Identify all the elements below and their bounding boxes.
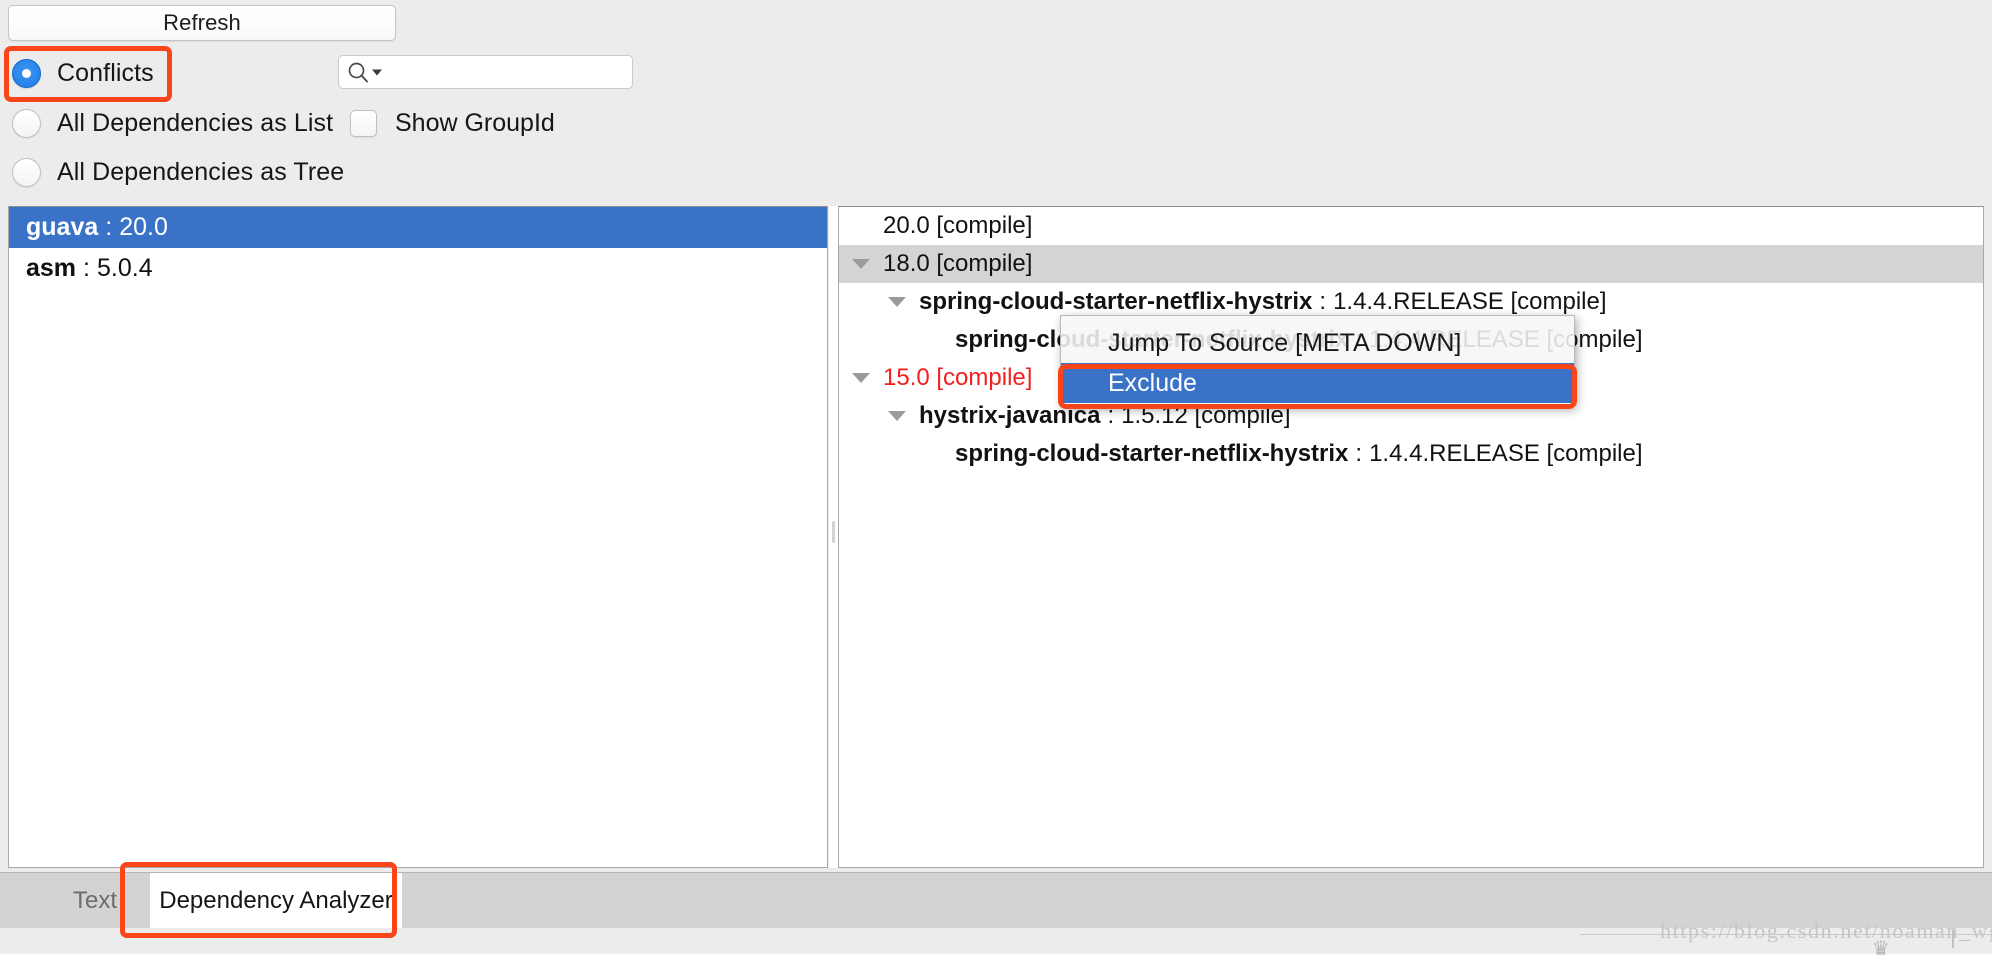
caret-down-icon bbox=[372, 69, 382, 76]
radio-unselected-icon bbox=[12, 108, 41, 138]
tree-row-version: 18.0 [compile] bbox=[883, 250, 1033, 277]
analyzer-content: guava : 20.0 asm : 5.0.4 20.0 [compile] bbox=[0, 206, 1992, 868]
tree-row[interactable]: 18.0 [compile] bbox=[839, 245, 1983, 283]
tree-row-version: 20.0 [compile] bbox=[883, 212, 1033, 239]
watermark-bar bbox=[1952, 930, 1954, 948]
radio-selected-icon bbox=[12, 58, 41, 88]
context-menu-item-exclude[interactable]: Exclude bbox=[1061, 363, 1574, 403]
tree-twisty-slot[interactable] bbox=[875, 411, 919, 421]
tree-row-version: 1.4.4.RELEASE [compile] bbox=[1369, 440, 1643, 467]
tree-row[interactable]: spring-cloud-starter-netflix-hystrix : 1… bbox=[839, 435, 1983, 473]
tree-row-artifact: spring-cloud-starter-netflix-hystrix bbox=[919, 288, 1313, 315]
list-item-artifact: asm bbox=[26, 254, 77, 282]
splitter-grip-icon bbox=[832, 521, 835, 543]
tree-twisty-slot bbox=[911, 449, 955, 459]
list-item-version: 20.0 bbox=[119, 213, 168, 241]
radio-option-conflicts[interactable]: Conflicts bbox=[12, 56, 154, 90]
tree-row-label: 20.0 [compile] bbox=[883, 212, 1032, 240]
tree-twisty-slot[interactable] bbox=[875, 297, 919, 307]
list-item[interactable]: guava : 20.0 bbox=[9, 207, 827, 248]
tab-dependency-analyzer[interactable]: Dependency Analyzer bbox=[150, 873, 402, 929]
refresh-button[interactable]: Refresh bbox=[8, 5, 396, 41]
dependency-tree-panel[interactable]: 20.0 [compile] 18.0 [compile] spring-clo… bbox=[838, 206, 1984, 868]
list-item-artifact: guava bbox=[26, 213, 99, 241]
search-input[interactable] bbox=[383, 61, 619, 83]
context-menu-item-label: Jump To Source [META DOWN] bbox=[1108, 328, 1462, 357]
list-item-separator: : bbox=[105, 213, 113, 241]
tree-row-label: 18.0 [compile] bbox=[883, 250, 1032, 278]
radio-option-all-dependencies-as-list[interactable]: All Dependencies as List bbox=[12, 106, 333, 140]
search-icon[interactable] bbox=[347, 61, 383, 83]
refresh-button-label: Refresh bbox=[163, 10, 241, 35]
context-menu[interactable]: Jump To Source [META DOWN] Exclude bbox=[1060, 315, 1575, 407]
conflict-list-panel[interactable]: guava : 20.0 asm : 5.0.4 bbox=[8, 206, 828, 868]
context-menu-item-jump-to-source[interactable]: Jump To Source [META DOWN] bbox=[1061, 323, 1574, 363]
list-item[interactable]: asm : 5.0.4 bbox=[9, 248, 827, 289]
radio-label-conflicts: Conflicts bbox=[57, 58, 154, 87]
context-menu-item-label: Exclude bbox=[1108, 368, 1197, 397]
tree-twisty-slot[interactable] bbox=[839, 259, 883, 269]
radio-option-all-dependencies-as-tree[interactable]: All Dependencies as Tree bbox=[12, 155, 344, 189]
tree-row-version: 15.0 [compile] bbox=[883, 364, 1033, 391]
maven-dependency-analyzer-window: Refresh Conflicts All Dependencies as Li… bbox=[0, 0, 1992, 960]
tree-row-artifact: spring-cloud-starter-netflix-hystrix bbox=[955, 440, 1349, 467]
tree-row-separator: : bbox=[1355, 440, 1363, 467]
watermark-text: https://blog.csdn.net/noaman_wgs bbox=[1660, 918, 1992, 943]
chevron-down-icon[interactable] bbox=[852, 373, 870, 383]
tree-row-label: spring-cloud-starter-netflix-hystrix : 1… bbox=[919, 288, 1607, 316]
tree-row[interactable]: 20.0 [compile] bbox=[839, 207, 1983, 245]
tree-row-separator: : bbox=[1319, 288, 1327, 315]
panel-splitter[interactable] bbox=[829, 206, 838, 868]
tree-twisty-slot bbox=[911, 335, 955, 345]
crown-icon: ♛ bbox=[1872, 938, 1890, 960]
list-item-version: 5.0.4 bbox=[97, 254, 153, 282]
radio-unselected-icon bbox=[12, 157, 41, 187]
tree-twisty-slot bbox=[839, 221, 883, 231]
checkbox-label-show-groupid: Show GroupId bbox=[395, 108, 555, 137]
chevron-down-icon[interactable] bbox=[852, 259, 870, 269]
tab-label: Text bbox=[72, 887, 117, 914]
tree-twisty-slot[interactable] bbox=[839, 373, 883, 383]
chevron-down-icon[interactable] bbox=[888, 411, 906, 421]
radio-label-all-dependencies-as-tree: All Dependencies as Tree bbox=[57, 157, 345, 186]
checkbox-show-groupid[interactable]: Show GroupId bbox=[350, 108, 555, 138]
tab-label: Dependency Analyzer bbox=[159, 887, 393, 914]
chevron-down-icon[interactable] bbox=[888, 297, 906, 307]
search-field[interactable] bbox=[338, 55, 633, 89]
checkbox-unchecked-icon bbox=[350, 109, 377, 137]
list-item-separator: : bbox=[83, 254, 90, 282]
tree-row-label: 15.0 [compile] bbox=[883, 364, 1032, 392]
tree-row-label: spring-cloud-starter-netflix-hystrix : 1… bbox=[955, 440, 1643, 468]
tree-row-version: 1.4.4.RELEASE [compile] bbox=[1333, 288, 1607, 315]
tab-text[interactable]: Text bbox=[40, 873, 150, 929]
radio-label-all-dependencies-as-list: All Dependencies as List bbox=[57, 108, 334, 137]
